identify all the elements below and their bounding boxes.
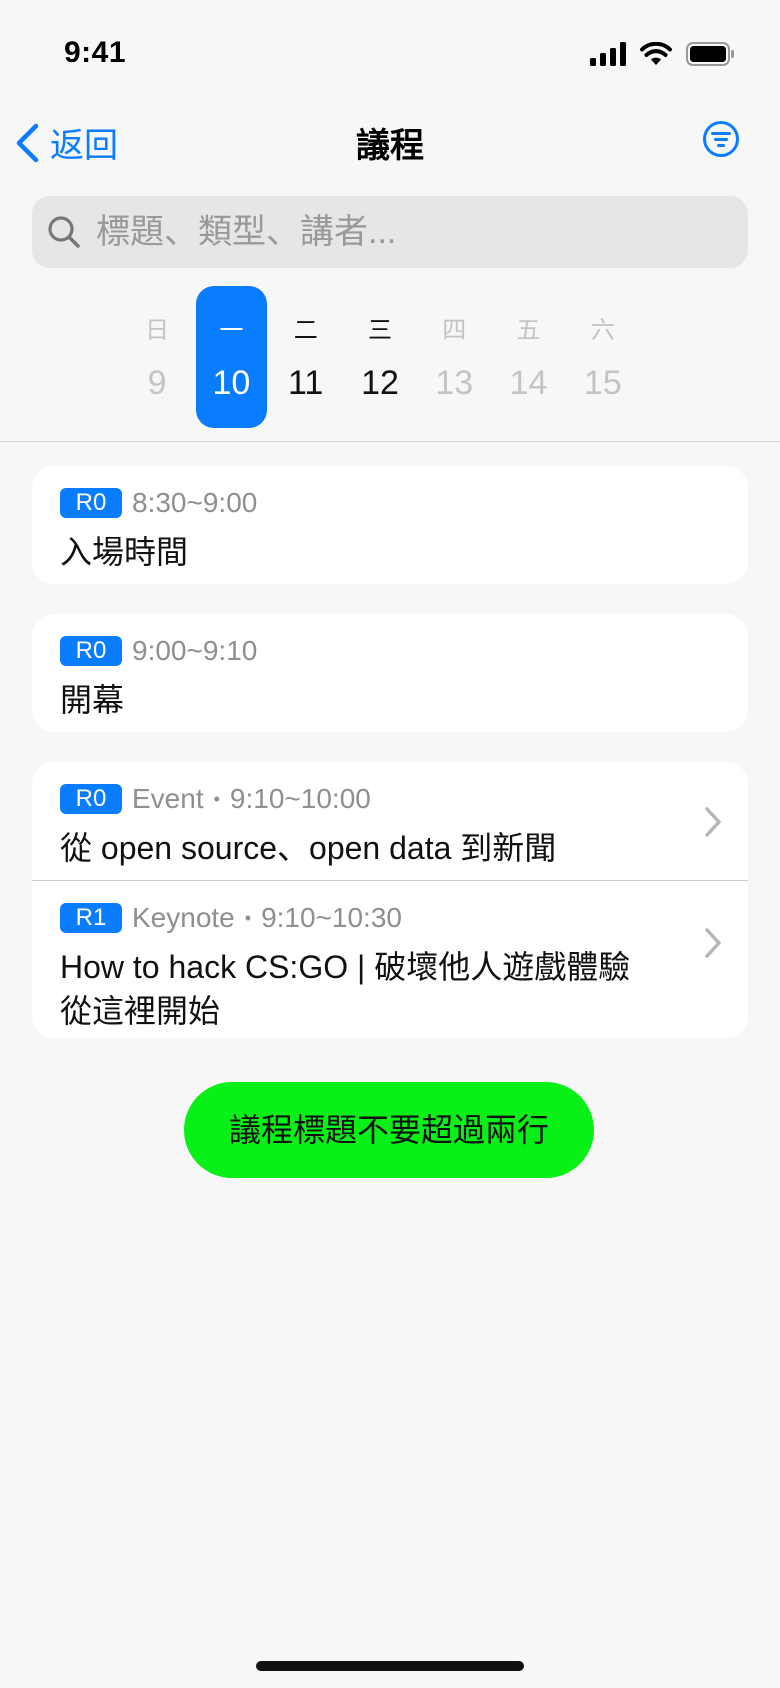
session-type: Keynote — [132, 902, 235, 933]
session-card: R0 9:00~9:10 開幕 — [32, 614, 748, 732]
week-selector: 日 9 一 10 二 11 三 12 四 13 五 14 六 15 — [122, 286, 642, 428]
chevron-right-icon — [705, 807, 721, 837]
session-group-card: R0 Event • 9:10~10:00 從 open source、open… — [32, 762, 748, 1038]
separator-dot: • — [213, 788, 220, 809]
day-date: 15 — [583, 364, 622, 402]
day-date: 10 — [212, 364, 251, 402]
wifi-icon — [640, 42, 672, 65]
day-sat[interactable]: 六 15 — [568, 286, 638, 428]
session-meta: R0 8:30~9:00 — [60, 486, 720, 520]
room-badge: R0 — [60, 488, 122, 518]
day-date: 14 — [509, 364, 548, 402]
day-date: 9 — [147, 364, 167, 402]
day-weekday: 三 — [367, 317, 392, 344]
page-title: 議程 — [356, 127, 424, 165]
session-row[interactable]: R1 Keynote • 9:10~10:30 How to hack CS:G… — [32, 881, 748, 1049]
status-time: 9:41 — [64, 36, 127, 69]
search-icon — [48, 216, 80, 248]
day-tue[interactable]: 二 11 — [271, 286, 341, 428]
session-time: 9:00~9:10 — [132, 635, 258, 666]
search-input[interactable] — [94, 211, 698, 253]
day-date: 11 — [288, 364, 324, 402]
day-fri[interactable]: 五 14 — [493, 286, 563, 428]
day-wed[interactable]: 三 12 — [345, 286, 415, 428]
day-date: 13 — [435, 364, 474, 402]
day-sun[interactable]: 日 9 — [122, 286, 192, 428]
day-mon[interactable]: 一 10 — [196, 286, 267, 428]
status-icons — [590, 42, 736, 66]
session-title: 入場時間 — [60, 534, 189, 570]
session-type: Event — [132, 783, 204, 814]
day-date: 12 — [361, 364, 399, 402]
session-meta: R0 Event • 9:10~10:00 — [60, 782, 720, 816]
title-length-button[interactable]: 議程標題不要超過兩行 — [184, 1082, 594, 1178]
room-badge: R0 — [60, 784, 122, 814]
day-thu[interactable]: 四 13 — [419, 286, 489, 428]
session-row[interactable]: R0 Event • 9:10~10:00 從 open source、open… — [32, 762, 748, 880]
filter-button[interactable] — [702, 120, 740, 163]
day-weekday: 一 — [219, 317, 244, 344]
day-weekday: 六 — [590, 317, 615, 344]
session-title: How to hack CS:GO | 破壞他人遊戲體驗從這裡開始 — [60, 949, 631, 1029]
session-time: 9:10~10:00 — [229, 783, 371, 814]
day-weekday: 日 — [145, 317, 170, 344]
cellular-signal-icon — [590, 42, 626, 66]
session-meta: R0 9:00~9:10 — [60, 634, 720, 668]
divider — [0, 441, 780, 442]
navigation-bar: 返回 議程 — [0, 110, 780, 180]
filter-icon — [703, 121, 739, 157]
day-weekday: 五 — [516, 317, 541, 344]
session-title: 從 open source、open data 到新聞 — [60, 830, 557, 866]
room-badge: R1 — [60, 903, 122, 933]
separator-dot: • — [244, 907, 252, 928]
day-weekday: 四 — [442, 317, 467, 344]
session-card: R0 8:30~9:00 入場時間 — [32, 466, 748, 584]
search-bar[interactable] — [32, 196, 748, 268]
session-row: R0 8:30~9:00 入場時間 — [32, 466, 748, 574]
session-time: 8:30~9:00 — [132, 487, 258, 518]
chevron-right-icon — [705, 928, 721, 958]
status-bar: 9:41 — [0, 0, 780, 110]
session-time: 9:10~10:30 — [261, 902, 402, 933]
session-title: 開幕 — [60, 682, 125, 718]
home-indicator — [256, 1661, 524, 1671]
session-row: R0 9:00~9:10 開幕 — [32, 614, 748, 722]
battery-icon — [686, 42, 734, 66]
room-badge: R0 — [60, 636, 122, 666]
day-weekday: 二 — [293, 317, 318, 344]
session-meta: R1 Keynote • 9:10~10:30 — [60, 901, 720, 935]
